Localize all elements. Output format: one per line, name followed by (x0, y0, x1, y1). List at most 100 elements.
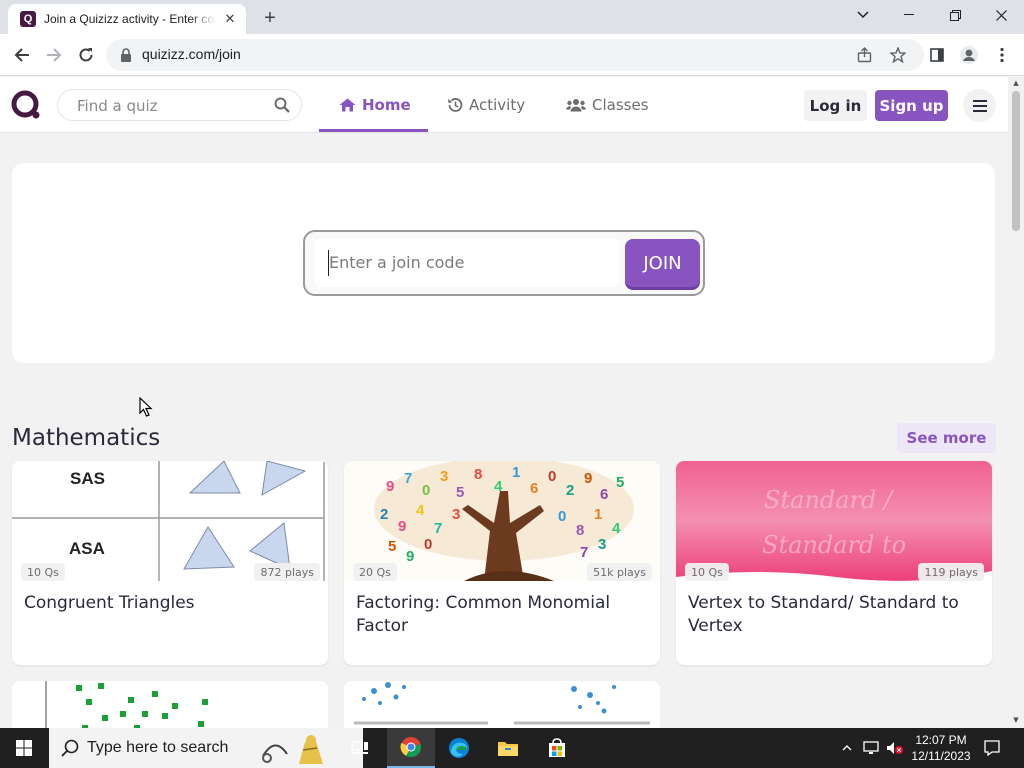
join-code-input[interactable]: Enter a join code (314, 239, 619, 287)
nav-classes[interactable]: Classes (566, 77, 649, 133)
svg-text:2: 2 (566, 482, 574, 499)
page-scrollbar[interactable]: ▲ ▼ (1008, 77, 1024, 728)
quizizz-logo[interactable] (10, 89, 42, 121)
svg-text:8: 8 (576, 522, 584, 539)
taskbar-search-box[interactable]: Type here to search (49, 728, 363, 768)
quiz-title: Vertex to Standard/ Standard to Vertex (688, 593, 959, 636)
sas-label: SAS (70, 469, 105, 488)
network-icon[interactable] (861, 728, 881, 768)
svg-text:9: 9 (398, 518, 406, 535)
join-code-form: Enter a join code JOIN (303, 230, 705, 296)
see-more-button[interactable]: See more (897, 423, 996, 453)
back-arrow-icon[interactable] (10, 43, 34, 67)
quiz-title: Factoring: Common Monomial Factor (356, 593, 611, 636)
chrome-menu-icon[interactable] (990, 43, 1014, 67)
scroll-down-arrow-icon[interactable]: ▼ (1012, 716, 1020, 724)
users-icon (566, 99, 586, 112)
bookmark-star-icon[interactable] (889, 46, 907, 64)
join-button[interactable]: JOIN (625, 239, 700, 287)
join-code-placeholder: Enter a join code (329, 253, 465, 272)
lock-icon[interactable] (120, 47, 132, 66)
question-count-badge: 10 Qs (685, 563, 729, 581)
url-text: quizizz.com/join (142, 46, 241, 62)
section-title: Mathematics (12, 425, 161, 451)
close-window-button[interactable] (978, 0, 1024, 30)
quiz-card-dots[interactable] (344, 681, 660, 728)
windows-start-icon[interactable] (0, 728, 48, 768)
nav-classes-label: Classes (592, 96, 649, 114)
login-button[interactable]: Log in (804, 90, 867, 121)
scroll-up-arrow-icon[interactable]: ▲ (1012, 79, 1020, 87)
windows-taskbar: Type here to search 12:07 PM 12/11/2023 (0, 728, 1024, 768)
svg-text:7: 7 (404, 470, 412, 487)
clock-time: 12:07 PM (915, 733, 967, 747)
svg-text:3: 3 (440, 468, 448, 485)
task-view-icon[interactable] (336, 728, 384, 768)
notifications-icon[interactable] (978, 728, 1006, 768)
system-clock[interactable]: 12:07 PM 12/11/2023 (908, 732, 974, 764)
profile-avatar-icon[interactable] (957, 43, 981, 67)
svg-text:2: 2 (380, 506, 388, 523)
svg-text:0: 0 (548, 468, 556, 485)
tab-search-icon[interactable] (840, 0, 886, 30)
browser-tabstrip: Q Join a Quizizz activity - Enter code -… (0, 0, 1024, 34)
svg-text:5: 5 (616, 474, 624, 491)
quiz-card-vertex-standard[interactable]: Standard / Standard to 10 Qs 119 plays V… (676, 461, 992, 665)
history-icon (448, 98, 463, 112)
forward-arrow-icon[interactable] (42, 43, 66, 67)
reload-icon[interactable] (74, 43, 98, 67)
hamburger-menu-icon[interactable] (963, 89, 996, 122)
question-count-badge: 20 Qs (353, 563, 397, 581)
side-panel-icon[interactable] (925, 43, 949, 67)
restore-button[interactable] (932, 0, 978, 30)
quiz-card-factoring[interactable]: 970 358 416 029 65 294 730 814 590 73 20… (344, 461, 660, 665)
thumbnail-text-1: Standard / (764, 486, 895, 514)
quiz-card-scatter[interactable] (12, 681, 328, 728)
find-quiz-search[interactable]: Find a quiz (57, 89, 302, 121)
asa-label: ASA (69, 539, 105, 558)
search-placeholder: Find a quiz (77, 97, 158, 115)
file-explorer-taskbar-icon[interactable] (484, 728, 532, 768)
svg-text:8: 8 (474, 466, 482, 483)
svg-text:5: 5 (456, 484, 464, 501)
plays-badge: 872 plays (254, 563, 320, 581)
svg-text:3: 3 (452, 506, 460, 523)
question-count-badge: 10 Qs (21, 563, 65, 581)
mouse-cursor-icon (139, 397, 153, 417)
svg-text:6: 6 (600, 486, 608, 503)
clock-date: 12/11/2023 (911, 749, 971, 763)
search-icon[interactable] (274, 97, 290, 117)
home-icon (339, 98, 356, 112)
search-icon (61, 739, 79, 757)
tab-title: Join a Quizizz activity - Enter code - (44, 12, 216, 26)
close-tab-icon[interactable]: ✕ (222, 11, 238, 27)
nav-home[interactable]: Home (339, 77, 411, 133)
edge-taskbar-icon[interactable] (435, 728, 483, 768)
svg-text:6: 6 (530, 480, 538, 497)
quizizz-favicon-icon: Q (20, 11, 36, 27)
scroll-thumb[interactable] (1012, 91, 1020, 231)
browser-tab[interactable]: Q Join a Quizizz activity - Enter code -… (8, 4, 246, 34)
plays-badge: 51k plays (587, 563, 652, 581)
minimize-button[interactable] (886, 0, 932, 30)
svg-text:5: 5 (388, 538, 396, 555)
svg-text:0: 0 (424, 536, 432, 553)
browser-toolbar: quizizz.com/join (0, 34, 1024, 76)
nav-activity[interactable]: Activity (447, 77, 525, 133)
svg-text:0: 0 (558, 508, 566, 525)
volume-muted-icon[interactable] (884, 728, 906, 768)
svg-text:9: 9 (584, 470, 592, 487)
chrome-taskbar-icon[interactable] (387, 728, 435, 768)
thumbnail-text-2: Standard to (762, 531, 906, 559)
signup-button[interactable]: Sign up (875, 90, 948, 121)
quiz-title: Congruent Triangles (24, 593, 195, 613)
show-hidden-icons-chevron-icon[interactable] (838, 728, 856, 768)
svg-text:9: 9 (406, 548, 414, 565)
share-icon[interactable] (856, 46, 874, 64)
web-page: Find a quiz Home Activity Classes Log in… (0, 77, 1008, 728)
new-tab-button[interactable]: + (258, 6, 282, 30)
microsoft-store-taskbar-icon[interactable] (533, 728, 581, 768)
quiz-card-congruent-triangles[interactable]: SAS ASA 10 Qs 872 plays Congruent Triang… (12, 461, 328, 665)
address-bar[interactable]: quizizz.com/join (106, 39, 924, 71)
quiz-thumbnail (12, 681, 328, 728)
